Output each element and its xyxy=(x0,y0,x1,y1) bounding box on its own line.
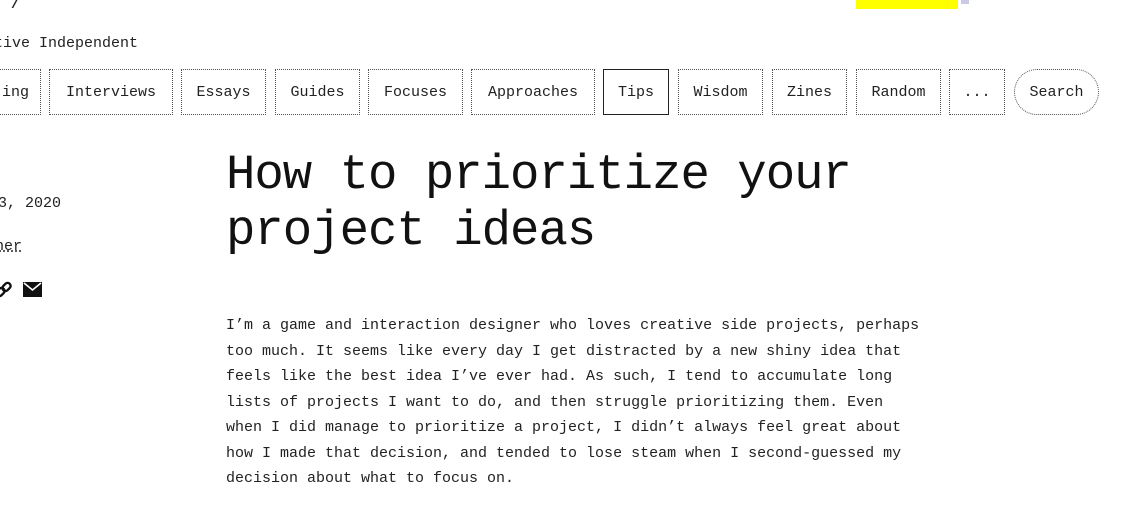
nav-item-essays[interactable]: Essays xyxy=(181,69,266,115)
publish-date-day: 3 xyxy=(0,195,7,212)
article-title: How to prioritize your project ideas xyxy=(226,147,852,259)
nav-item-more[interactable]: ... xyxy=(949,69,1005,115)
nav-item-random[interactable]: Random xyxy=(856,69,941,115)
nav-item-wisdom[interactable]: Wisdom xyxy=(678,69,763,115)
nav-item-interviews[interactable]: Interviews xyxy=(49,69,173,115)
nav-item-reading[interactable]: ing xyxy=(0,69,41,115)
nav-item-guides[interactable]: Guides xyxy=(275,69,360,115)
search-button[interactable]: Search xyxy=(1014,69,1099,115)
link-icon[interactable] xyxy=(0,280,14,305)
email-icon[interactable] xyxy=(23,282,42,302)
nav-item-focuses[interactable]: Focuses xyxy=(368,69,463,115)
main-nav: ing Interviews Essays Guides Focuses App… xyxy=(0,0,1129,130)
author-link[interactable]: her xyxy=(0,238,22,255)
nav-item-tips[interactable]: Tips xyxy=(603,69,669,115)
nav-item-approaches[interactable]: Approaches xyxy=(471,69,595,115)
article-body: I’m a game and interaction designer who … xyxy=(226,317,920,487)
nav-item-zines[interactable]: Zines xyxy=(772,69,847,115)
publish-date-year: , 2020 xyxy=(6,195,61,212)
